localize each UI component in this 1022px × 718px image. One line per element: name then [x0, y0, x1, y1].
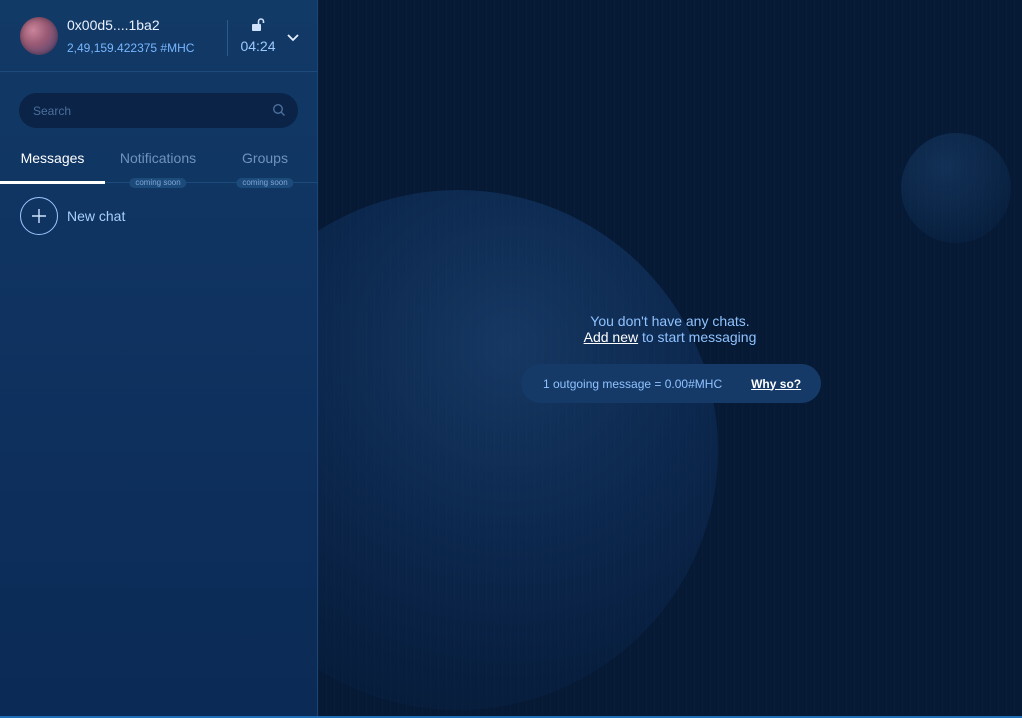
message-cost-text: 1 outgoing message = 0.00#MHC: [543, 376, 723, 391]
empty-state: You don't have any chats. Add new to sta…: [318, 313, 1022, 345]
tab-notifications[interactable]: Notifications coming soon: [108, 140, 208, 188]
divider: [227, 20, 228, 56]
background-texture: [318, 0, 1022, 718]
chevron-down-icon[interactable]: [286, 30, 300, 48]
active-tab-indicator: [0, 181, 105, 184]
add-new-link[interactable]: Add new: [584, 329, 638, 345]
empty-state-cta: Add new to start messaging: [318, 329, 1022, 345]
tab-label: Messages: [20, 150, 85, 166]
unlock-icon[interactable]: [240, 18, 276, 32]
account-info: 0x00d5....1ba2 2,49,159.422375 #MHC: [67, 16, 194, 56]
account-header[interactable]: 0x00d5....1ba2 2,49,159.422375 #MHC 04:2…: [0, 0, 317, 72]
message-cost-info: 1 outgoing message = 0.00#MHC Why so?: [521, 364, 821, 403]
account-address: 0x00d5....1ba2: [67, 16, 160, 33]
search-icon[interactable]: [272, 103, 286, 122]
search-box: [19, 93, 298, 128]
tab-label: Groups: [242, 150, 288, 166]
tab-bar: Messages Notifications coming soon Group…: [0, 140, 318, 188]
chat-panel: You don't have any chats. Add new to sta…: [318, 0, 1022, 718]
tab-groups[interactable]: Groups coming soon: [215, 140, 315, 188]
account-balance: 2,49,159.422375 #MHC: [67, 40, 195, 55]
why-so-link[interactable]: Why so?: [751, 377, 801, 391]
app-root: 0x00d5....1ba2 2,49,159.422375 #MHC 04:2…: [0, 0, 1022, 718]
coming-soon-badge: coming soon: [236, 178, 294, 188]
sidebar: 0x00d5....1ba2 2,49,159.422375 #MHC 04:2…: [0, 0, 318, 718]
tab-label: Notifications: [119, 150, 197, 166]
new-chat-button[interactable]: New chat: [20, 197, 125, 235]
session-timer: 04:24: [240, 38, 276, 54]
plus-icon[interactable]: [20, 197, 58, 235]
search-input[interactable]: [19, 93, 298, 128]
new-chat-label[interactable]: New chat: [67, 208, 125, 224]
avatar[interactable]: [20, 16, 58, 55]
tab-messages[interactable]: Messages: [0, 140, 105, 184]
empty-state-message: You don't have any chats.: [590, 313, 750, 329]
session-lock[interactable]: 04:24: [240, 18, 276, 54]
coming-soon-badge: coming soon: [129, 178, 187, 188]
empty-state-cta-text: to start messaging: [638, 329, 757, 345]
